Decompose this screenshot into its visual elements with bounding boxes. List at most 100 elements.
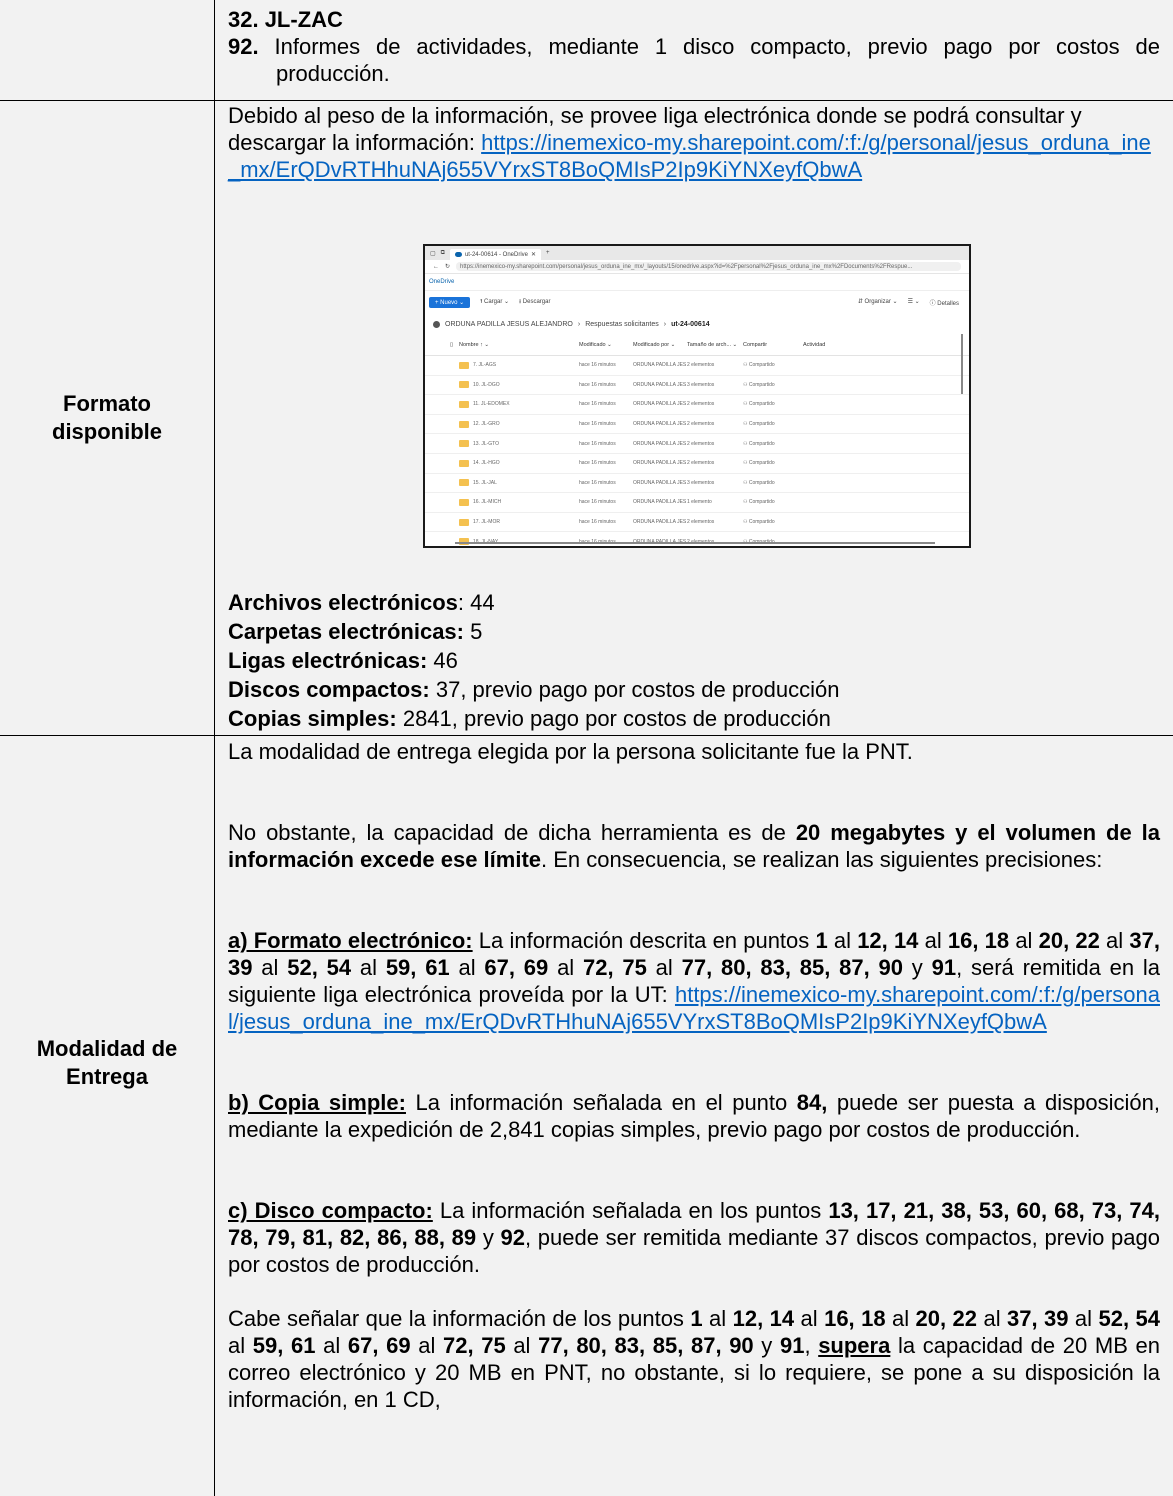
file-row: 11. JL-EDOMEX hace 16 minutos ORDUNA PADIL…: [425, 395, 969, 415]
folder-icon: [459, 518, 469, 526]
file-modified: hace 16 minutos: [579, 421, 616, 428]
file-size: 2 elementos: [687, 440, 715, 447]
chevron-right-icon: ›: [577, 320, 581, 328]
folder-icon: [459, 440, 469, 448]
file-name-cell: 15. JL-JAL: [459, 479, 579, 487]
count-line: Discos compactos: 37, previo pago por co…: [228, 677, 840, 702]
modalidad-label: Modalidad de Entrega: [36, 1036, 178, 1089]
file-modified-by: ORDUNA PADILLA JES: [633, 362, 687, 369]
file-row: 17. JL-MOR hace 16 minutos ORDUNA PADILLA …: [425, 513, 969, 533]
file-list: 7. JL-AGS hace 16 minutos ORDUNA PADILLA J…: [425, 356, 969, 546]
file-size: 2 elementos: [687, 401, 715, 408]
command-bar: + Nuevo ⌄ ⭱ Cargar ⌄ ⭳ Descargar ⇵ Organ…: [425, 291, 969, 313]
new-tab-icon: +: [546, 250, 550, 256]
modalidad-b: b) Copia simple: La información señalada…: [228, 1090, 1161, 1142]
count-line: Copias simples: 2841, previo pago por co…: [228, 706, 831, 731]
file-size: 1 elemento: [687, 499, 712, 506]
file-name-cell: 7. JL-AGS: [459, 361, 579, 369]
count-line: Carpetas electrónicas: 5: [228, 619, 483, 644]
file-list-header: ▯ Nombre ↑ ⌄ Modificado ⌄ Modificado por…: [425, 335, 969, 356]
file-size: 2 elementos: [687, 460, 715, 467]
header-size: Tamaño de arch... ⌄: [687, 342, 738, 348]
scrollbar: [961, 334, 963, 394]
file-row: 15. JL-JAL hace 16 minutos ORDUNA PADILLA …: [425, 474, 969, 494]
file-share: ⚇ Compartido: [743, 440, 775, 447]
file-share: ⚇ Compartido: [743, 421, 775, 428]
details-button: ⓘ Detalles: [929, 300, 959, 307]
file-row: 16. JL-MICH hace 16 minutos ORDUNA PADILLA…: [425, 493, 969, 513]
modalidad-c: c) Disco compacto: La información señala…: [228, 1198, 1160, 1277]
modalidad-p2: No obstante, la capacidad de dicha herra…: [228, 820, 1161, 872]
view-button: ☰ ⌄: [907, 298, 920, 305]
formato-content: Debido al peso de la información, se pro…: [228, 102, 1160, 183]
file-modified: hace 16 minutos: [579, 460, 616, 467]
modalidad-a: a) Formato electrónico: La información d…: [228, 928, 1161, 1034]
file-modified-by: ORDUNA PADILLA JES: [633, 401, 687, 408]
file-row: 13. JL-GTO hace 16 minutos ORDUNA PADILLA …: [425, 434, 969, 454]
file-modified-by: ORDUNA PADILLA JES: [633, 421, 687, 428]
file-modified: hace 16 minutos: [579, 440, 616, 447]
file-modified: hace 16 minutos: [579, 499, 616, 506]
download-button: ⭳ Descargar: [519, 299, 551, 305]
close-icon: ✕: [531, 252, 537, 258]
file-name-cell: 16. JL-MICH: [459, 498, 579, 506]
file-type-icon: ▯: [449, 342, 453, 348]
formato-label: Formato disponible: [52, 391, 162, 444]
organize-button: ⇵ Organizar ⌄: [857, 298, 898, 305]
folder-icon: [459, 420, 469, 428]
column-divider: [214, 0, 215, 1496]
row1-label-cell: [0, 0, 214, 100]
file-share: ⚇ Compartido: [743, 460, 775, 467]
file-modified-by: ORDUNA PADILLA JES: [633, 519, 687, 526]
file-row: 14. JL-HGO hace 16 minutos ORDUNA PADILLA …: [425, 454, 969, 474]
window-icon: ▢: [430, 250, 436, 257]
row1-content: 32. JL-ZAC 92. Informes de actividades, …: [228, 6, 1160, 87]
file-share: ⚇ Compartido: [743, 499, 775, 506]
folder-icon: [459, 498, 469, 506]
formato-counts: Archivos electrónicos: 44 Carpetas electr…: [228, 588, 1160, 733]
file-modified: hace 16 minutos: [579, 362, 616, 369]
file-modified: hace 16 minutos: [579, 381, 616, 388]
onedrive-cloud-icon: [454, 252, 462, 257]
file-modified: hace 16 minutos: [579, 401, 616, 408]
row-divider: [0, 100, 1173, 101]
file-modified-by: ORDUNA PADILLA JES: [633, 381, 687, 388]
header-share: Compartir: [743, 342, 768, 348]
file-row: 7. JL-AGS hace 16 minutos ORDUNA PADILLA J…: [425, 356, 969, 376]
folder-breadcrumb: ORDUNA PADILLA JESUS ALEJANDRO › Respues…: [425, 313, 969, 335]
file-name-cell: 17. JL-MOR: [459, 518, 579, 526]
file-modified-by: ORDUNA PADILLA JES: [633, 499, 687, 506]
file-size: 2 elementos: [687, 362, 715, 369]
formato-intro: Debido al peso de la información, se pro…: [228, 103, 1151, 182]
file-share: ⚇ Compartido: [743, 519, 775, 526]
file-name-cell: 11. JL-EDOMEX: [459, 400, 579, 408]
row-divider: [0, 735, 1173, 736]
back-icon: ←: [433, 263, 439, 270]
file-row: 12. JL-GRO hace 16 minutos ORDUNA PADILLA …: [425, 415, 969, 435]
folder-icon: [459, 381, 469, 389]
modalidad-label-cell: [0, 736, 214, 1496]
file-share: ⚇ Compartido: [743, 381, 775, 388]
file-share: ⚇ Compartido: [743, 362, 775, 369]
folder-icon: [459, 400, 469, 408]
file-modified-by: ORDUNA PADILLA JES: [633, 460, 687, 467]
header-activity: Actividad: [803, 342, 826, 348]
header-modified: Modificado ⌄: [579, 342, 612, 348]
address-bar: ← ↻ https://inemexico-my.sharepoint.com/…: [425, 260, 969, 274]
count-line: Archivos electrónicos: 44: [228, 590, 495, 615]
horizontal-scrollbar: [455, 542, 935, 544]
file-row: 18. JL-NAYhace 16 minutosORDUNA PADILLA …: [425, 532, 969, 546]
header-name: Nombre ↑ ⌄: [459, 342, 489, 348]
onedrive-brand: OneDrive: [425, 274, 969, 291]
file-modified-by: ORDUNA PADILLA JES: [633, 479, 687, 486]
file-row: 10. JL-DGO hace 16 minutos ORDUNA PADILLA …: [425, 376, 969, 396]
file-size: 3 elementos: [687, 381, 715, 388]
file-modified-by: ORDUNA PADILLA JES: [633, 440, 687, 447]
new-button: + Nuevo ⌄: [429, 296, 471, 308]
item-32: 32. JL-ZAC: [228, 7, 343, 32]
file-share: ⚇ Compartido: [743, 479, 775, 486]
file-size: 3 elementos: [687, 479, 715, 486]
browser-tabbar: ▢ ⧉ ut-24-00614 - OneDrive ✕ +: [425, 246, 969, 260]
info-table: 32. JL-ZAC 92. Informes de actividades, …: [0, 0, 1173, 1496]
file-name-cell: 14. JL-HGO: [459, 459, 579, 467]
